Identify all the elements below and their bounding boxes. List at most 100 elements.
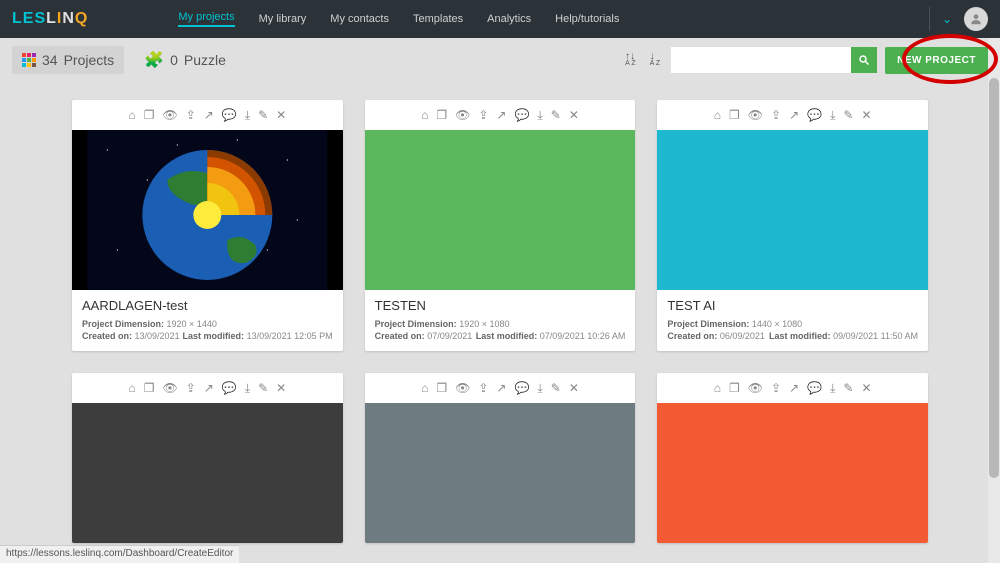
sort-asc-button[interactable]: ↑↓A Z (622, 51, 639, 69)
card-toolbar: ⌂ ❐ 👁 ⇪ ↗ 💬 ⤓ ✎ ✕ (365, 373, 636, 403)
eye-icon[interactable]: 👁 (162, 108, 177, 122)
puzzle-icon: 🧩 (144, 50, 164, 70)
copy-icon[interactable]: ❐ (436, 108, 447, 122)
scrollbar-track[interactable] (988, 38, 1000, 563)
project-meta: Project Dimension: 1920 × 1080 Created o… (375, 319, 626, 341)
share-icon[interactable]: ⇪ (771, 381, 781, 395)
share-icon[interactable]: ⇪ (478, 108, 488, 122)
nav-my-projects[interactable]: My projects (178, 11, 234, 27)
nav-my-library[interactable]: My library (259, 13, 307, 25)
earth-illustration (72, 130, 343, 290)
tab-projects[interactable]: 34 Projects (12, 46, 124, 74)
card-body: TEST AI Project Dimension: 1440 × 1080 C… (657, 290, 928, 351)
download-icon[interactable]: ⤓ (245, 108, 250, 123)
export-icon[interactable]: ↗ (496, 381, 506, 395)
sort-desc-button[interactable]: ↓A Z (647, 51, 664, 69)
eye-icon[interactable]: 👁 (748, 381, 763, 395)
project-card[interactable]: ⌂ ❐ 👁 ⇪ ↗ 💬 ⤓ ✎ ✕ (365, 373, 636, 543)
project-card[interactable]: ⌂❐👁⇪↗💬⤓✎✕ TESTEN Project Dimension: 1920… (365, 100, 636, 351)
created-label: Created on: (667, 331, 717, 341)
created-label: Created on: (82, 331, 132, 341)
account-dropdown[interactable]: ⌄ (942, 12, 952, 26)
close-icon[interactable]: ✕ (276, 381, 286, 395)
project-card[interactable]: ⌂ ❐ 👁 ⇪ ↗ 💬 ⤓ ✎ ✕ (72, 373, 343, 543)
statusbar: https://lessons.leslinq.com/Dashboard/Cr… (0, 545, 239, 563)
close-icon[interactable]: ✕ (276, 108, 286, 122)
modified-label: Last modified: (769, 331, 831, 341)
comment-icon[interactable]: 💬 (807, 381, 822, 395)
scrollbar-thumb[interactable] (989, 78, 999, 478)
download-icon[interactable]: ⤓ (830, 108, 835, 123)
close-icon[interactable]: ✕ (861, 381, 871, 395)
close-icon[interactable]: ✕ (861, 108, 871, 122)
close-icon[interactable]: ✕ (569, 108, 579, 122)
download-icon[interactable]: ⤓ (830, 381, 835, 396)
export-icon[interactable]: ↗ (204, 381, 214, 395)
home-icon[interactable]: ⌂ (421, 381, 428, 395)
search-button[interactable] (851, 47, 877, 73)
comment-icon[interactable]: 💬 (514, 381, 529, 395)
edit-icon[interactable]: ✎ (258, 108, 268, 122)
tab-puzzle[interactable]: 🧩 0 Puzzle (134, 44, 236, 76)
download-icon[interactable]: ⤓ (537, 381, 542, 396)
avatar[interactable] (964, 7, 988, 31)
toolbar: 34 Projects 🧩 0 Puzzle ↑↓A Z ↓A Z NEW PR… (0, 38, 1000, 82)
comment-icon[interactable]: 💬 (222, 381, 237, 395)
share-icon[interactable]: ⇪ (186, 108, 196, 122)
project-thumbnail (72, 403, 343, 543)
export-icon[interactable]: ↗ (204, 108, 214, 122)
share-icon[interactable]: ⇪ (771, 108, 781, 122)
home-icon[interactable]: ⌂ (128, 381, 135, 395)
new-project-button[interactable]: NEW PROJECT (885, 47, 988, 74)
project-meta: Project Dimension: 1440 × 1080 Created o… (667, 319, 918, 341)
edit-icon[interactable]: ✎ (843, 108, 853, 122)
logo-part: N (62, 10, 75, 27)
eye-icon[interactable]: 👁 (455, 381, 470, 395)
comment-icon[interactable]: 💬 (807, 108, 822, 122)
download-icon[interactable]: ⤓ (537, 108, 542, 123)
export-icon[interactable]: ↗ (789, 381, 799, 395)
project-card[interactable]: ⌂ ❐ 👁 ⇪ ↗ 💬 ⤓ ✎ ✕ (72, 100, 343, 351)
home-icon[interactable]: ⌂ (714, 108, 721, 122)
toolbar-right: ↑↓A Z ↓A Z NEW PROJECT (622, 47, 988, 74)
home-icon[interactable]: ⌂ (714, 381, 721, 395)
export-icon[interactable]: ↗ (496, 108, 506, 122)
tab-label: Puzzle (184, 52, 226, 68)
eye-icon[interactable]: 👁 (748, 108, 763, 122)
copy-icon[interactable]: ❐ (436, 381, 447, 395)
copy-icon[interactable]: ❐ (144, 108, 155, 122)
comment-icon[interactable]: 💬 (514, 108, 529, 122)
home-icon[interactable]: ⌂ (128, 108, 135, 122)
nav-templates[interactable]: Templates (413, 13, 463, 25)
divider (929, 7, 930, 31)
modified-value: 09/09/2021 11:50 AM (833, 331, 918, 341)
created-value: 13/09/2021 (135, 331, 180, 341)
copy-icon[interactable]: ❐ (729, 381, 740, 395)
share-icon[interactable]: ⇪ (478, 381, 488, 395)
copy-icon[interactable]: ❐ (144, 381, 155, 395)
project-card[interactable]: ⌂ ❐ 👁 ⇪ ↗ 💬 ⤓ ✎ ✕ TEST AI Project Dimension: 144… (657, 100, 928, 351)
share-icon[interactable]: ⇪ (186, 381, 196, 395)
home-icon[interactable]: ⌂ (421, 108, 428, 122)
dimension-value: 1920 × 1080 (459, 319, 509, 329)
eye-icon[interactable]: 👁 (455, 108, 470, 122)
edit-icon[interactable]: ✎ (551, 108, 561, 122)
edit-icon[interactable]: ✎ (843, 381, 853, 395)
eye-icon[interactable]: 👁 (162, 381, 177, 395)
nav-my-contacts[interactable]: My contacts (330, 13, 389, 25)
project-thumbnail (657, 130, 928, 290)
edit-icon[interactable]: ✎ (258, 381, 268, 395)
created-label: Created on: (375, 331, 425, 341)
modified-value: 07/09/2021 10:26 AM (540, 331, 626, 341)
comment-icon[interactable]: 💬 (222, 108, 237, 122)
logo-part: L (46, 10, 57, 27)
search-input[interactable] (671, 47, 851, 73)
close-icon[interactable]: ✕ (569, 381, 579, 395)
export-icon[interactable]: ↗ (789, 108, 799, 122)
edit-icon[interactable]: ✎ (551, 381, 561, 395)
copy-icon[interactable]: ❐ (729, 108, 740, 122)
nav-analytics[interactable]: Analytics (487, 13, 531, 25)
download-icon[interactable]: ⤓ (245, 381, 250, 396)
project-card[interactable]: ⌂ ❐ 👁 ⇪ ↗ 💬 ⤓ ✎ ✕ (657, 373, 928, 543)
nav-help[interactable]: Help/tutorials (555, 13, 619, 25)
